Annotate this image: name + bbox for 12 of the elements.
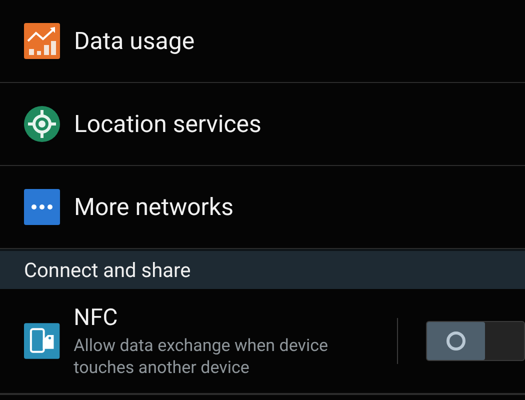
circle-icon <box>444 330 467 352</box>
menu-item[interactable]: Location services <box>74 110 262 138</box>
target-icon <box>24 106 60 142</box>
chart-icon <box>24 23 60 59</box>
phone-tag-icon <box>24 323 60 359</box>
setting-summary: Allow data exchange when device touches another device <box>74 334 330 378</box>
menu-item[interactable]: Data usage <box>74 27 195 55</box>
menu-item[interactable]: More networks <box>74 193 234 221</box>
setting-title: NFC <box>74 304 119 330</box>
more-icon <box>24 189 60 225</box>
toggle-switch[interactable] <box>426 321 525 361</box>
section-title: Connect and share <box>24 258 191 282</box>
